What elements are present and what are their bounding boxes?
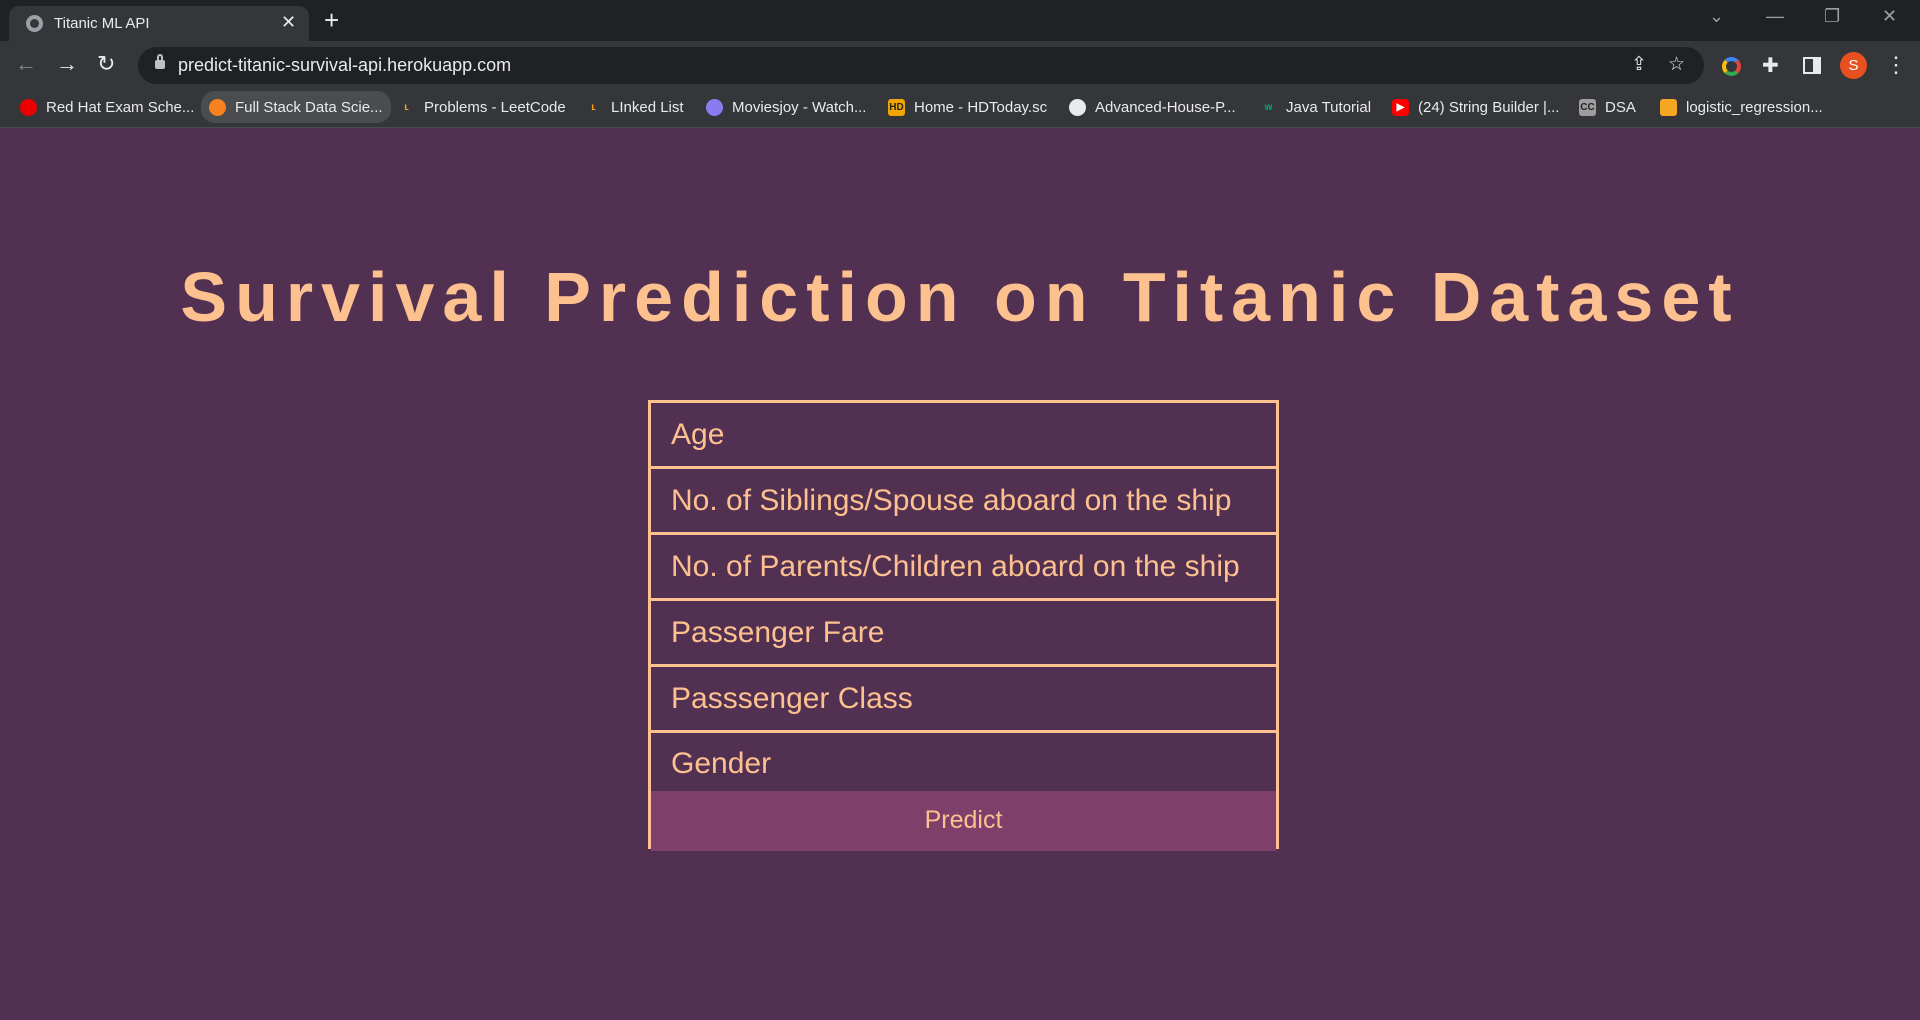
tab-title: Titanic ML API xyxy=(54,15,150,32)
cc-icon: CC xyxy=(1579,98,1596,116)
bookmark-string-builder[interactable]: ▶ (24) String Builder |... xyxy=(1384,91,1567,123)
tab-search-icon[interactable]: ⌄ xyxy=(1709,6,1724,26)
bookmark-label: logistic_regression... xyxy=(1686,98,1823,116)
youtube-icon: ▶ xyxy=(1392,98,1409,116)
github-icon xyxy=(1069,98,1086,116)
bookmark-moviesjoy[interactable]: Moviesjoy - Watch... xyxy=(698,91,874,123)
predict-button[interactable]: Predict xyxy=(651,791,1276,851)
gender-input[interactable]: Gender xyxy=(651,733,1276,791)
menu-kebab-icon[interactable]: ⋮ xyxy=(1885,52,1907,78)
close-icon[interactable]: ✕ xyxy=(281,12,296,32)
age-input[interactable]: Age xyxy=(651,403,1276,469)
browser-titlebar: Titanic ML API ✕ + ⌄ — ❐ ✕ xyxy=(0,0,1920,41)
extensions-puzzle-icon[interactable]: ✚ xyxy=(1762,54,1779,78)
leetcode-icon: ʟ xyxy=(404,101,409,113)
bookmark-label: LInked List xyxy=(611,98,684,116)
bookmark-problems-leetcode[interactable]: ʟ Problems - LeetCode xyxy=(390,91,574,123)
minimize-button[interactable]: — xyxy=(1766,6,1784,26)
notebook-icon xyxy=(1660,98,1677,116)
page-content: Survival Prediction on Titanic Dataset A… xyxy=(0,129,1920,1020)
w3schools-icon: w xyxy=(1264,101,1273,113)
bookmark-dsa[interactable]: CC DSA xyxy=(1571,91,1644,123)
bookmark-star-icon[interactable]: ☆ xyxy=(1668,54,1685,76)
profile-avatar[interactable]: S xyxy=(1840,52,1867,79)
bookmark-red-hat[interactable]: Red Hat Exam Sche... xyxy=(12,91,202,123)
bookmark-label: Home - HDToday.sc xyxy=(914,98,1048,116)
passenger-fare-input[interactable]: Passenger Fare xyxy=(651,601,1276,667)
page-title: Survival Prediction on Titanic Dataset xyxy=(180,258,1740,336)
bookmark-hdtoday[interactable]: HD Home - HDToday.sc xyxy=(880,91,1055,123)
browser-toolbar: ← → ↻ predict-titanic-survival-api.herok… xyxy=(0,41,1920,91)
prediction-form: Age No. of Siblings/Spouse aboard on the… xyxy=(648,400,1279,851)
hd-icon: HD xyxy=(888,98,905,116)
window-close-button[interactable]: ✕ xyxy=(1882,6,1897,26)
orange-circle-icon xyxy=(209,98,226,116)
bookmark-label: Advanced-House-P... xyxy=(1095,98,1236,116)
bookmark-label: Red Hat Exam Sche... xyxy=(46,98,195,116)
globe-icon xyxy=(26,15,43,32)
bookmark-label: Problems - LeetCode xyxy=(424,98,566,116)
passenger-class-input[interactable]: Passsenger Class xyxy=(651,667,1276,733)
bookmark-label: DSA xyxy=(1605,98,1636,116)
bookmark-advanced-house[interactable]: Advanced-House-P... xyxy=(1061,91,1244,123)
lock-icon[interactable] xyxy=(155,54,165,69)
bookmarks-bar: Red Hat Exam Sche... Full Stack Data Sci… xyxy=(0,91,1920,128)
bookmark-java-tutorial[interactable]: w Java Tutorial xyxy=(1252,91,1379,123)
address-bar[interactable]: predict-titanic-survival-api.herokuapp.c… xyxy=(138,47,1704,84)
url-text[interactable]: predict-titanic-survival-api.herokuapp.c… xyxy=(178,55,511,76)
bookmark-label: Full Stack Data Scie... xyxy=(235,98,383,116)
restore-button[interactable]: ❐ xyxy=(1824,6,1840,26)
parents-children-input[interactable]: No. of Parents/Children aboard on the sh… xyxy=(651,535,1276,601)
new-tab-button[interactable]: + xyxy=(324,7,339,33)
siblings-spouse-input[interactable]: No. of Siblings/Spouse aboard on the shi… xyxy=(651,469,1276,535)
bookmark-linked-list[interactable]: ʟ LInked List xyxy=(577,91,692,123)
bookmark-label: (24) String Builder |... xyxy=(1418,98,1560,116)
forward-button[interactable]: → xyxy=(56,52,78,76)
back-button[interactable]: ← xyxy=(15,52,37,76)
reload-button[interactable]: ↻ xyxy=(97,52,115,76)
bookmark-full-stack-data-science[interactable]: Full Stack Data Scie... xyxy=(201,91,391,123)
tab-titanic-ml-api[interactable]: Titanic ML API ✕ xyxy=(9,6,309,41)
leetcode-icon: ʟ xyxy=(591,101,596,113)
google-extension-icon[interactable] xyxy=(1722,57,1741,76)
moviesjoy-icon xyxy=(706,98,723,116)
redhat-icon xyxy=(20,98,37,116)
side-panel-icon[interactable] xyxy=(1803,57,1821,74)
share-icon[interactable]: ⇪ xyxy=(1631,54,1647,76)
bookmark-logistic-regression[interactable]: logistic_regression... xyxy=(1652,91,1831,123)
bookmark-label: Moviesjoy - Watch... xyxy=(732,98,867,116)
bookmark-label: Java Tutorial xyxy=(1286,98,1372,116)
